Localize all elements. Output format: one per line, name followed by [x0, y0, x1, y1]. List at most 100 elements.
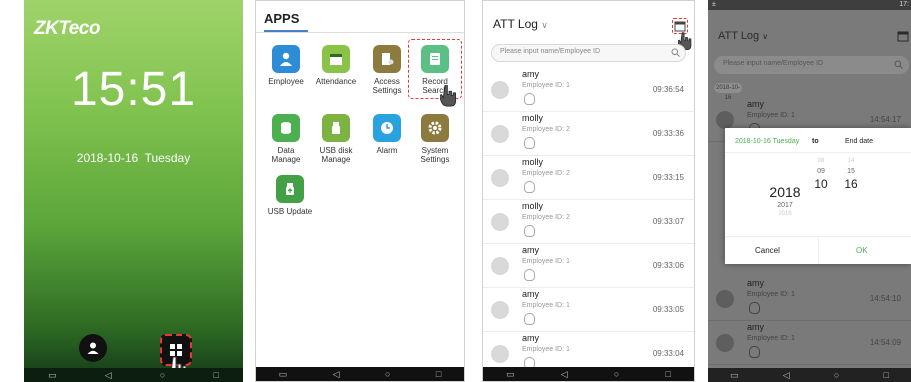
log-row[interactable]: molly Employee ID: 2 09:33:36 [483, 111, 694, 156]
fingerprint-icon [524, 269, 535, 281]
recent-nav-icon[interactable]: □ [883, 370, 888, 380]
back-nav-icon[interactable]: ◁ [105, 370, 112, 381]
avatar [716, 111, 734, 129]
app-system-settings[interactable]: System Settings [409, 114, 461, 164]
gear-icon [421, 114, 449, 142]
app-label: USB disk Manage [319, 146, 353, 164]
log-row[interactable]: molly Employee ID: 2 09:33:07 [483, 199, 694, 244]
user-button[interactable] [79, 334, 107, 362]
avatar [491, 345, 509, 363]
day-wheel[interactable]: 14 15 16 [841, 158, 861, 191]
month-wheel[interactable]: 08 09 10 [811, 158, 831, 191]
recent-nav-icon[interactable]: □ [213, 370, 218, 380]
home-nav-icon[interactable]: ○ [834, 370, 839, 380]
app-label: Access Settings [372, 77, 402, 95]
menu-nav-icon[interactable]: ▭ [506, 369, 515, 380]
row-time: 09:33:36 [652, 129, 684, 138]
row-employee-id: Employee ID: 1 [522, 302, 570, 309]
app-attendance[interactable]: Attendance [310, 45, 362, 86]
row-time: 14:54:10 [869, 294, 901, 303]
apps-panel: APPS Employee Attendance Access Settings … [255, 0, 465, 382]
log-row[interactable]: amy Employee ID: 1 09:36:54 [483, 67, 694, 112]
recent-nav-icon[interactable]: □ [436, 369, 441, 379]
app-employee[interactable]: Employee [260, 45, 312, 86]
row-time: 14:54:09 [869, 338, 901, 347]
date-picker-panel: ± 17: ATT Log ∨ Please input name/Employ… [708, 0, 911, 382]
date-value: 2018-10-16 [76, 151, 139, 165]
month-selected: 10 [814, 177, 828, 191]
back-nav-icon[interactable]: ◁ [783, 370, 790, 381]
day-selected: 16 [844, 177, 858, 191]
clock-date: 2018-10-16 Tuesday [24, 151, 243, 165]
home-nav-icon[interactable]: ○ [160, 370, 165, 380]
search-field[interactable]: Please input name/Employee ID [491, 44, 686, 62]
avatar [491, 301, 509, 319]
menu-nav-icon[interactable]: ▭ [730, 370, 739, 381]
nav-bar: ▭ ◁ ○ □ [24, 368, 243, 382]
app-label: Data Manage [271, 146, 301, 164]
app-label: Alarm [376, 146, 398, 155]
home-nav-icon[interactable]: ○ [614, 369, 619, 379]
row-name: amy [522, 333, 540, 343]
calendar-icon[interactable] [897, 30, 909, 42]
att-log-title[interactable]: ATT Log ∨ [493, 17, 548, 31]
fingerprint-icon [524, 181, 535, 193]
date-picker-dialog: 2018-10-16 Tuesday to End date 2018 2017… [725, 128, 911, 264]
start-date[interactable]: 2018-10-16 Tuesday [735, 138, 799, 145]
search-field[interactable]: Please input name/Employee ID [714, 56, 909, 74]
att-log-title[interactable]: ATT Log ∨ [718, 30, 768, 42]
row-time: 09:33:07 [652, 217, 684, 226]
apps-divider [256, 32, 464, 33]
app-label: Employee [268, 77, 304, 86]
back-nav-icon[interactable]: ◁ [561, 369, 568, 380]
log-row[interactable]: amy Employee ID: 1 09:33:05 [483, 287, 694, 332]
avatar [491, 257, 509, 275]
home-nav-icon[interactable]: ○ [385, 369, 390, 379]
avatar [491, 213, 509, 231]
app-label: System Settings [420, 146, 450, 164]
row-time: 09:36:54 [652, 85, 684, 94]
row-name: amy [522, 69, 540, 79]
fingerprint-icon [749, 346, 760, 358]
apps-tab-underline [264, 30, 308, 32]
pointer-hand-icon [440, 85, 456, 107]
chevron-down-icon: ∨ [541, 20, 548, 30]
menu-nav-icon[interactable]: ▭ [279, 369, 288, 380]
month-option: 08 [817, 158, 825, 164]
app-access-settings[interactable]: Access Settings [361, 45, 413, 95]
fingerprint-icon [524, 137, 535, 149]
back-nav-icon[interactable]: ◁ [333, 369, 340, 380]
end-date[interactable]: End date [845, 138, 873, 145]
app-label: USB Update [267, 207, 313, 216]
avatar [716, 334, 734, 352]
cancel-button[interactable]: Cancel [755, 246, 780, 255]
app-usb-disk-manage[interactable]: USB disk Manage [310, 114, 362, 164]
recent-nav-icon[interactable]: □ [665, 369, 670, 379]
menu-nav-icon[interactable]: ▭ [48, 370, 57, 381]
fingerprint-icon [749, 302, 760, 314]
door-icon [373, 45, 401, 73]
divider [818, 236, 819, 264]
row-name: amy [522, 245, 540, 255]
app-alarm[interactable]: Alarm [361, 114, 413, 155]
clock-icon [373, 114, 401, 142]
lock-screen-panel: ZKTeco 15:51 2018-10-16 Tuesday ▭ ◁ ○ □ [24, 0, 243, 382]
ok-button[interactable]: OK [856, 246, 868, 255]
log-row[interactable]: amy Employee ID: 1 14:54:10 [708, 276, 911, 321]
log-row[interactable]: amy Employee ID: 1 14:54:09 [708, 320, 911, 365]
search-icon [894, 60, 903, 69]
year-wheel[interactable]: 2018 2017 2016 [765, 158, 805, 217]
row-time: 09:33:04 [652, 349, 684, 358]
avatar [491, 169, 509, 187]
app-usb-update[interactable]: USB Update [262, 175, 318, 216]
log-row[interactable]: amy Employee ID: 1 09:33:06 [483, 243, 694, 288]
row-employee-id: Employee ID: 1 [522, 82, 570, 89]
app-data-manage[interactable]: Data Manage [260, 114, 312, 164]
row-time: 14:54:17 [869, 115, 901, 124]
status-left: ± [712, 1, 716, 8]
chevron-down-icon: ∨ [762, 32, 769, 41]
avatar [491, 81, 509, 99]
log-row[interactable]: molly Employee ID: 2 09:33:15 [483, 155, 694, 200]
day-option: 15 [847, 168, 855, 175]
row-name: amy [747, 278, 765, 288]
